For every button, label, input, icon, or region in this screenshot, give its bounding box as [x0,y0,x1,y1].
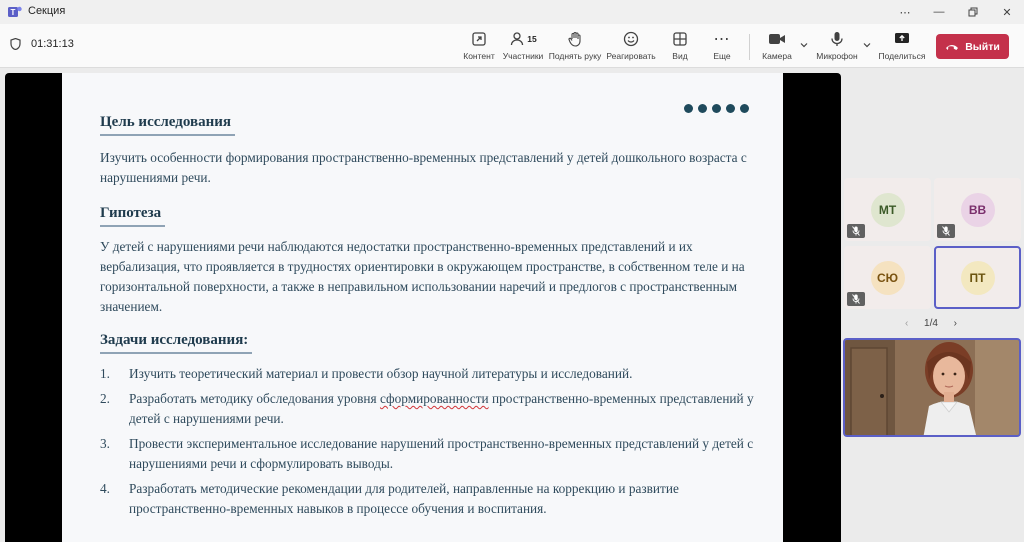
view-label: Вид [672,51,688,61]
hypothesis-heading: Гипотеза [100,205,166,227]
hand-icon [568,31,581,47]
decor-dot [740,104,749,113]
ellipsis-icon: ⋯ [713,31,731,48]
share-label: Поделиться [878,51,926,61]
svg-text:T: T [11,8,16,17]
chevron-left-icon[interactable]: ‹ [905,318,908,329]
more-options-icon[interactable]: ⋯ [888,0,922,24]
tasks-heading: Задачи исследования: [100,332,253,354]
more-label: Еще [713,51,731,61]
smiley-icon [623,31,639,47]
leave-label: Выйти [965,40,1000,53]
grid-view-icon [673,32,687,46]
participant-tile[interactable]: ВВ [934,178,1021,241]
list-item: 3. Провести экспериментальное исследован… [100,434,765,474]
mic-muted-icon [847,224,865,238]
tasks-list: 1. Изучить теоретический материал и пров… [100,364,765,524]
share-content-icon [472,32,486,46]
chevron-right-icon[interactable]: › [954,318,957,329]
people-icon [511,32,524,46]
decor-dot [712,104,721,113]
list-text: Разработать методические рекомендации дл… [129,481,679,516]
microphone-options-chevron-down-icon[interactable] [862,40,872,50]
microphone-label: Микрофон [816,51,858,61]
list-text: Провести экспериментальное исследование … [129,436,754,471]
avatar: СЮ [870,260,905,295]
list-number: 1. [100,366,110,381]
decor-dot [698,104,707,113]
list-text-part: Разработать методику обследования уровня [129,391,380,406]
list-text: Изучить теоретический материал и провест… [129,366,633,381]
list-text: Разработать методику обследования уровня… [129,389,765,429]
hypothesis-text: У детей с нарушениями речи наблюдаются н… [100,239,745,314]
title-bar: T Секция ⋯ — ✕ [0,0,1024,24]
close-window-icon[interactable]: ✕ [990,0,1024,24]
shield-icon [10,38,21,50]
participants-label: Участники [502,51,544,61]
minimize-icon[interactable]: — [922,0,956,24]
spellcheck-flagged-word: сформированности [379,391,489,406]
list-item: 2. Разработать методику обследования уро… [100,389,765,429]
teams-logo-icon: T [8,6,22,17]
list-number: 3. [100,436,110,451]
participants-pager: ‹ 1/4 › [905,318,957,329]
camera-label: Камера [762,51,792,61]
share-button[interactable]: Поделиться [872,28,932,61]
goal-heading: Цель исследования [100,114,235,136]
list-item: 4. Разработать методические рекомендации… [100,479,765,519]
window-title: Секция [28,5,66,17]
content-label: Контент [463,51,495,61]
react-label: Реагировать [606,51,656,61]
leave-button[interactable]: Выйти [936,34,1009,59]
list-item: 1. Изучить теоретический материал и пров… [100,364,765,384]
goal-text: Изучить особенности формирования простра… [100,150,747,185]
raise-hand-label: Поднять руку [548,51,602,61]
microphone-icon [831,32,843,46]
mic-muted-icon [937,224,955,238]
avatar: ПТ [960,260,995,295]
meeting-timer: 01:31:13 [31,38,74,50]
raise-hand-button[interactable]: Поднять руку [545,28,605,61]
phone-hangup-icon [946,44,959,50]
participant-tile[interactable]: СЮ [844,246,931,309]
decor-dot [726,104,735,113]
restore-icon[interactable] [956,0,990,24]
avatar: ВВ [960,192,995,227]
more-actions-button[interactable]: ⋯ Еще [692,28,752,61]
camera-icon [769,34,785,44]
presentation-slide: Цель исследования Изучить особенности фо… [62,73,783,542]
video-feed [845,340,1019,435]
slide-decoration-dots [684,104,749,113]
share-screen-icon [895,33,909,43]
self-video-tile[interactable] [843,338,1021,437]
microphone-button[interactable]: Микрофон [807,28,867,61]
list-number: 4. [100,481,110,496]
decor-dot [684,104,693,113]
list-number: 2. [100,391,110,406]
participants-count: 15 [527,34,537,44]
page-indicator: 1/4 [924,318,938,329]
participant-tile-speaking[interactable]: ПТ [934,246,1021,309]
avatar: МТ [870,192,905,227]
meeting-toolbar: 01:31:13 Контент 15 Участники Поднять ру… [0,24,1024,68]
shared-screen-stage: Цель исследования Изучить особенности фо… [5,73,841,542]
mic-muted-icon [847,292,865,306]
participant-tile[interactable]: МТ [844,178,931,241]
participants-button[interactable]: 15 Участники [493,28,553,61]
camera-button[interactable]: Камера [747,28,807,61]
